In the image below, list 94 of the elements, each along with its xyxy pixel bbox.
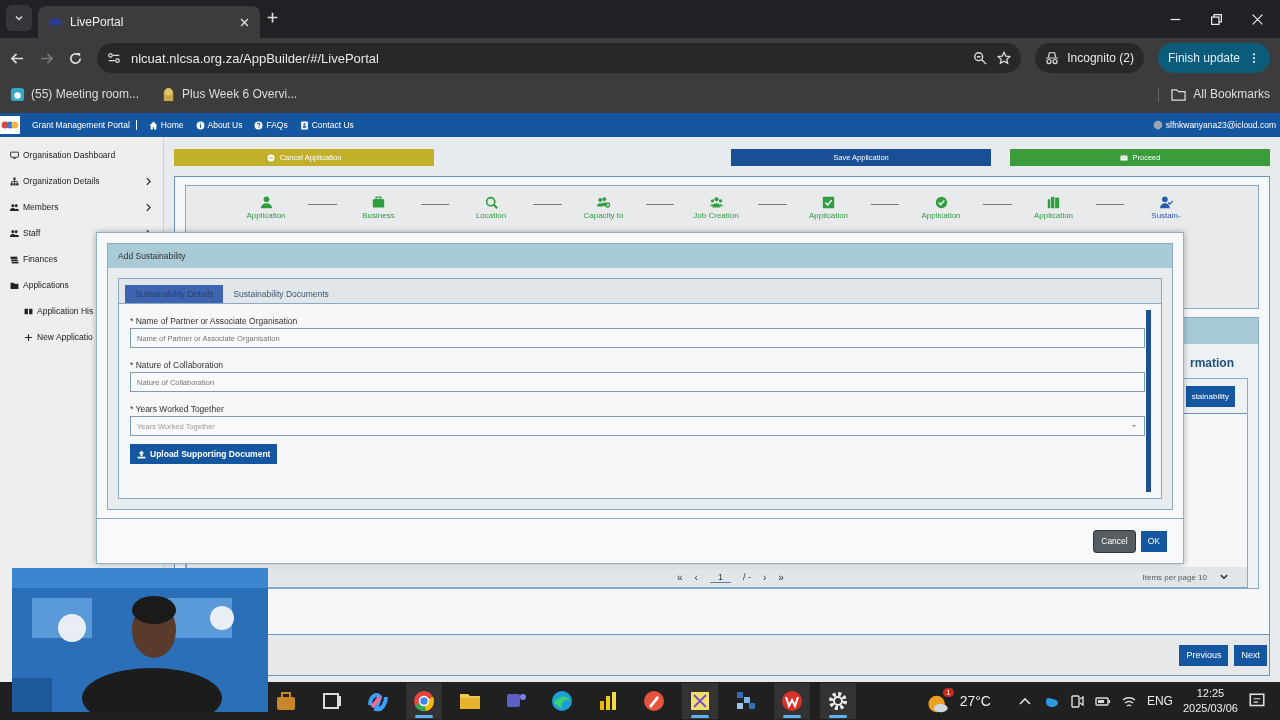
dialog-title: Add Sustainability (118, 251, 186, 261)
minus-circle-icon (266, 153, 275, 162)
sidebar-item[interactable]: Organisation Dashboard (0, 142, 163, 168)
reload-icon[interactable] (68, 50, 83, 66)
browser-tab[interactable]: LivePortal (38, 6, 260, 38)
page-number[interactable]: 1 (709, 571, 731, 583)
portal-title: Grant Management Portal (32, 120, 137, 130)
language-indicator[interactable]: ENG (1146, 694, 1173, 708)
plus-icon (24, 332, 33, 342)
field-label: * Name of Partner or Associate Organisation (130, 315, 299, 328)
items-per-page[interactable]: Items per page 10 (1142, 572, 1207, 582)
close-icon[interactable] (239, 16, 250, 28)
documents-icon (1047, 196, 1060, 209)
tab[interactable]: Sustainability Documents (223, 285, 339, 303)
chevron-down-icon[interactable] (1219, 572, 1229, 582)
cloud-icon (10, 86, 25, 102)
bookmark[interactable]: (55) Meeting room... (10, 86, 140, 102)
search-icon (484, 196, 498, 209)
nav-link[interactable]: FAQs (254, 120, 288, 130)
upload-button[interactable]: Upload Supporting Document (130, 444, 278, 464)
taskbar-app[interactable] (682, 683, 718, 719)
sidebar-item[interactable]: Organization Details (0, 168, 163, 194)
people-icon (709, 196, 723, 209)
step[interactable]: Sustain- (1134, 196, 1198, 220)
sticky-note-icon (688, 689, 712, 713)
folder-icon (1171, 86, 1187, 102)
field-label: * Nature of Collaboration (130, 359, 225, 372)
address-bar[interactable]: nlcuat.nlcsa.org.za/AppBuilder/#/LivePortal (97, 43, 1022, 73)
first-page-button[interactable]: « (677, 571, 683, 583)
next-page-button[interactable]: › (762, 571, 767, 583)
briefcase-icon (274, 689, 298, 713)
taskbar-app[interactable] (774, 683, 810, 719)
cancel-button[interactable]: Cancel (1094, 530, 1135, 552)
home-icon (148, 120, 158, 130)
previous-page-button[interactable]: ‹ (694, 571, 698, 583)
plus-icon (266, 11, 279, 24)
taskbar-app[interactable] (406, 683, 442, 719)
briefcase-icon (372, 196, 385, 209)
check-square-icon (822, 196, 835, 209)
sitemap-icon (10, 176, 19, 186)
people-gear-icon (597, 196, 610, 209)
zoom-out-icon[interactable] (973, 51, 988, 65)
money-icon (10, 254, 19, 264)
clock[interactable]: 12:25 2025/03/06 (1182, 686, 1238, 716)
incognito-icon (1045, 51, 1060, 65)
upload-icon (137, 449, 146, 459)
gear-icon (826, 689, 850, 713)
temperature: 27°C (959, 693, 991, 709)
panel-title: rmation (1190, 356, 1234, 370)
notification-badge: 1 (943, 687, 954, 697)
contact-icon (299, 120, 309, 130)
weather-widget[interactable]: 1 27°C (926, 687, 991, 715)
info-icon (195, 120, 205, 130)
users-icon (10, 228, 19, 238)
envelope-icon (1119, 153, 1128, 162)
chevron-icon (144, 202, 153, 212)
book-icon (24, 306, 33, 316)
users-icon (10, 202, 19, 212)
folder-icon (10, 280, 19, 290)
star-icon[interactable] (997, 51, 1012, 65)
sidebar-item[interactable]: Members (0, 194, 163, 220)
add-button[interactable]: stainability (1185, 385, 1235, 407)
taskbar-app[interactable] (820, 683, 856, 719)
wave-icon (550, 689, 574, 713)
all-bookmarks[interactable]: All Bookmarks (1158, 86, 1270, 102)
user-icon (259, 196, 273, 209)
caret-icon (1130, 422, 1138, 430)
field-label: * Years Worked Together (130, 403, 225, 416)
site-settings-icon[interactable] (107, 51, 121, 65)
avatar-icon (1152, 120, 1163, 130)
restore-icon[interactable] (1210, 12, 1223, 26)
monitor-icon (10, 150, 19, 160)
incognito-button[interactable]: Incognito (2) (1035, 43, 1144, 73)
ok-button[interactable]: OK (1140, 530, 1167, 552)
question-icon (254, 120, 264, 130)
next-button[interactable]: Next (1234, 644, 1267, 666)
check-circle-icon (934, 196, 948, 209)
page-total: / - (742, 572, 751, 582)
user-email[interactable]: slfnkwanyana23@icloud.com (1165, 120, 1276, 130)
last-page-button[interactable]: » (778, 571, 784, 583)
browser-icon (412, 689, 436, 713)
nav-link[interactable]: Home (148, 120, 184, 130)
nav-link[interactable]: Contact Us (299, 120, 354, 130)
chevron-icon (144, 176, 153, 186)
pen-icon (642, 689, 666, 713)
camera-icon[interactable] (1068, 693, 1085, 709)
bookmark[interactable]: Plus Week 6 Overvi... (161, 86, 298, 102)
previous-button[interactable]: Previous (1179, 644, 1229, 666)
scrollbar[interactable] (1146, 310, 1151, 492)
update-button[interactable]: Finish update (1157, 43, 1270, 73)
nav-link[interactable]: About Us (195, 120, 243, 130)
close-icon[interactable] (1251, 12, 1264, 26)
round-app-icon (780, 689, 804, 713)
user-check-icon (1159, 196, 1173, 209)
